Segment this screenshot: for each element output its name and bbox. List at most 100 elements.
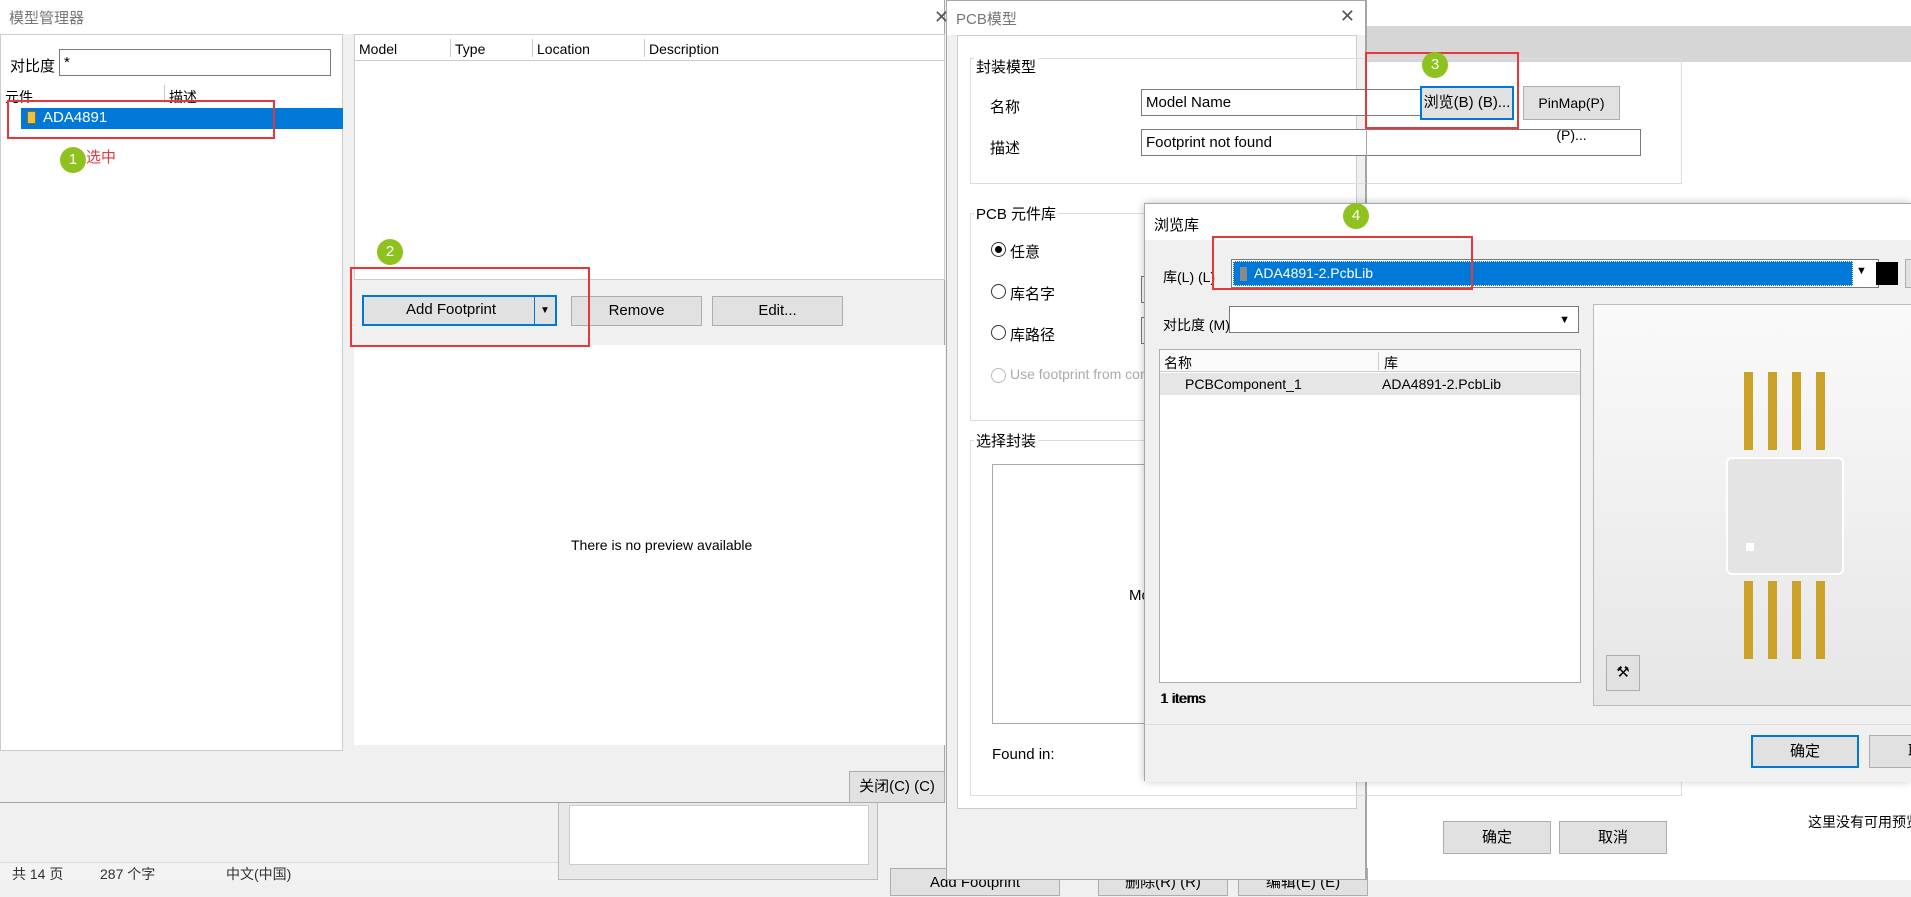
- model-manager-title: 模型管理器: [9, 10, 85, 27]
- pad-bottom-1: [1744, 581, 1753, 659]
- preview-pane: There is no preview available: [354, 345, 945, 745]
- footprint-group-title: 封装模型: [974, 56, 1039, 77]
- footprint-col-sep: [1378, 352, 1379, 370]
- background-panel-bottom: [558, 800, 878, 880]
- pad-top-1: [1744, 372, 1753, 450]
- background-right-text: 这里没有可用预览: [1808, 814, 1911, 830]
- browse-mask-label: 对比度 (M): [1163, 317, 1230, 333]
- no-preview-text: There is no preview available: [571, 537, 753, 553]
- status-page: 共 14 页: [12, 866, 64, 882]
- lib-select-value: ADA4891-2.PcbLib: [1254, 265, 1374, 281]
- header-sep-2: [532, 39, 533, 57]
- annotation-badge-3: 3: [1422, 52, 1448, 78]
- pin1-marker: [1746, 543, 1754, 551]
- radio-any-label: 任意: [1010, 244, 1041, 261]
- footprint-list: 名称 库 PCBComponent_1 ADA4891-2.PcbLib 1 i…: [1159, 349, 1581, 706]
- model-manager-titlebar: 模型管理器: [0, 0, 944, 34]
- edit-button[interactable]: Edit...: [712, 296, 843, 326]
- status-words: 287 个字: [100, 866, 156, 882]
- background-right-header: [1366, 26, 1911, 62]
- chip-body: [1726, 457, 1844, 575]
- pcb-model-title: PCB模型: [956, 11, 1017, 28]
- pcb-ok-button[interactable]: 确定: [1443, 821, 1551, 854]
- col-lib[interactable]: 库: [1384, 353, 1398, 373]
- pcb-lib-group-title: PCB 元件库: [974, 203, 1059, 224]
- close-button[interactable]: 关闭(C) (C): [849, 771, 945, 803]
- dropdown-arrow-icon[interactable]: ▼: [534, 297, 555, 324]
- mask-label: 对比度: [10, 58, 56, 75]
- annotation-text-1: 选中: [86, 149, 117, 166]
- add-footprint-label: Add Footprint: [406, 301, 497, 318]
- header-sep-3: [644, 39, 645, 57]
- add-footprint-button[interactable]: Add Footprint ▼: [362, 295, 557, 326]
- browse-cancel-button[interactable]: 取: [1869, 735, 1911, 768]
- model-list-header: Model Type Location Description: [355, 35, 944, 61]
- pcb-cancel-button[interactable]: 取消: [1559, 821, 1667, 854]
- status-lang: 中文(中国): [226, 866, 292, 882]
- desc-label: 描述: [990, 140, 1021, 157]
- name-label: 名称: [990, 99, 1021, 116]
- radio-libpath-label: 库路径: [1010, 327, 1056, 344]
- lib-select-highlight: ADA4891-2.PcbLib: [1233, 261, 1853, 286]
- background-status-bar: 共 14 页 287 个字 中文(中国): [0, 862, 560, 882]
- radio-libpath[interactable]: [991, 325, 1006, 340]
- hammer-icon[interactable]: ⚒: [1606, 655, 1640, 691]
- pad-bottom-4: [1816, 581, 1825, 659]
- radio-libname-label: 库名字: [1010, 286, 1056, 303]
- found-in-label: Found in:: [992, 746, 1055, 763]
- header-type[interactable]: Type: [455, 41, 485, 57]
- radio-libname[interactable]: [991, 284, 1006, 299]
- mask-input[interactable]: *: [59, 49, 331, 76]
- annotation-badge-4: 4: [1343, 203, 1369, 229]
- component-name: ADA4891: [43, 109, 108, 126]
- component-icon: [27, 111, 36, 124]
- radio-any[interactable]: [991, 242, 1006, 257]
- lib-extra-button[interactable]: [1905, 259, 1911, 288]
- lib-chevron-down-icon[interactable]: ▼: [1856, 265, 1867, 277]
- col-divider: [164, 85, 165, 103]
- header-model[interactable]: Model: [359, 41, 397, 57]
- annotation-badge-2: 2: [377, 239, 403, 265]
- header-description[interactable]: Description: [649, 41, 719, 57]
- background-panel-white: [569, 805, 869, 865]
- browse-ok-button[interactable]: 确定: [1751, 735, 1859, 768]
- header-sep-1: [450, 39, 451, 57]
- browse-lib-title: 浏览库: [1154, 217, 1200, 234]
- pcb-model-titlebar: PCB模型 ✕: [947, 1, 1365, 35]
- browse-button[interactable]: 浏览(B) (B)...: [1420, 86, 1514, 120]
- select-footprint-title: 选择封装: [974, 430, 1039, 451]
- col-name[interactable]: 名称: [1164, 353, 1192, 373]
- mask-chevron-down-icon[interactable]: ▼: [1559, 307, 1570, 333]
- radio-use-footprint-label: Use footprint from com: [1010, 366, 1152, 382]
- model-list: Model Type Location Description: [354, 34, 945, 280]
- footprint-preview-panel: ⚒: [1593, 304, 1911, 706]
- browse-mask-input[interactable]: ▼: [1229, 306, 1579, 333]
- browse-lib-dialog: 浏览库 库(L) (L) ADA4891-2.PcbLib ▼ 对比度 (M) …: [1144, 203, 1911, 782]
- row-lib: ADA4891-2.PcbLib: [1382, 376, 1502, 392]
- component-row-selected[interactable]: ADA4891: [21, 108, 343, 129]
- radio-use-footprint[interactable]: [991, 368, 1006, 383]
- component-pane: 对比度 * 元件 描述 ADA4891: [0, 34, 343, 751]
- pinmap-button[interactable]: PinMap(P) (P)...: [1523, 86, 1620, 143]
- pad-bottom-3: [1792, 581, 1801, 659]
- pad-top-4: [1816, 372, 1825, 450]
- row-name: PCBComponent_1: [1185, 376, 1302, 392]
- col-desc[interactable]: 描述: [169, 87, 197, 107]
- pad-top-3: [1792, 372, 1801, 450]
- remove-button[interactable]: Remove: [571, 296, 702, 326]
- pad-top-2: [1768, 372, 1777, 450]
- lib-select[interactable]: ADA4891-2.PcbLib ▼: [1231, 259, 1898, 288]
- annotation-badge-1: 1: [60, 147, 86, 173]
- items-count-visible: 1 items: [1160, 690, 1206, 706]
- lib-label: 库(L) (L): [1163, 269, 1216, 285]
- pcb-model-close-icon[interactable]: ✕: [1340, 6, 1355, 27]
- name-input[interactable]: Model Name: [1141, 89, 1425, 116]
- col-component[interactable]: 元件: [5, 87, 33, 107]
- footprint-list-header: 名称 库: [1160, 350, 1580, 372]
- model-manager-window: 模型管理器 对比度 * 元件 描述 ADA4891 Model Type Loc…: [0, 0, 945, 803]
- pad-bottom-2: [1768, 581, 1777, 659]
- pcblib-icon: [1240, 267, 1247, 281]
- browse-lib-titlebar: 浏览库: [1145, 204, 1911, 240]
- header-location[interactable]: Location: [537, 41, 590, 57]
- footprint-row[interactable]: PCBComponent_1 ADA4891-2.PcbLib: [1160, 373, 1580, 395]
